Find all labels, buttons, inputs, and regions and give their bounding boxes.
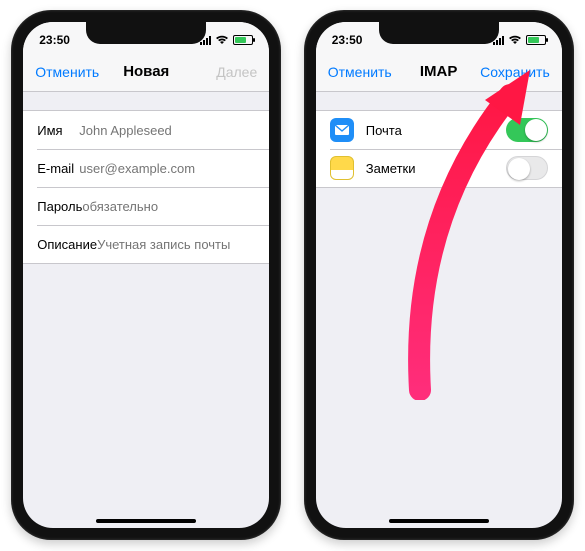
status-time: 23:50 xyxy=(332,33,363,47)
notch xyxy=(379,22,499,44)
mail-icon xyxy=(330,118,354,142)
form-content: Имя E-mail Пароль Описание xyxy=(23,92,269,264)
home-indicator[interactable] xyxy=(389,519,489,523)
nav-title: Новая xyxy=(105,63,188,80)
screen: 23:50 Отменить Новая Далее Имя E-mail xyxy=(23,22,269,528)
name-label: Имя xyxy=(37,123,79,138)
email-field[interactable] xyxy=(79,161,255,176)
nav-bar: Отменить Новая Далее xyxy=(23,52,269,92)
next-button[interactable]: Далее xyxy=(188,64,257,80)
wifi-icon xyxy=(215,35,229,45)
account-form-group: Имя E-mail Пароль Описание xyxy=(23,110,269,264)
nav-title: IMAP xyxy=(397,63,480,80)
description-label: Описание xyxy=(37,237,97,252)
name-field[interactable] xyxy=(79,123,255,138)
notes-label: Заметки xyxy=(366,161,506,176)
services-group: Почта Заметки xyxy=(316,110,562,188)
wifi-icon xyxy=(508,35,522,45)
home-indicator[interactable] xyxy=(96,519,196,523)
password-row: Пароль xyxy=(23,187,269,225)
name-row: Имя xyxy=(23,111,269,149)
password-field[interactable] xyxy=(82,199,258,214)
email-label: E-mail xyxy=(37,161,79,176)
nav-bar: Отменить IMAP Сохранить xyxy=(316,52,562,92)
notes-row: Заметки xyxy=(316,149,562,187)
mail-row: Почта xyxy=(316,111,562,149)
battery-icon xyxy=(233,35,253,45)
screen: 23:50 Отменить IMAP Сохранить Почта xyxy=(316,22,562,528)
notch xyxy=(86,22,206,44)
device-mockup-right: 23:50 Отменить IMAP Сохранить Почта xyxy=(304,10,574,540)
cancel-button[interactable]: Отменить xyxy=(35,64,104,80)
save-button[interactable]: Сохранить xyxy=(480,64,550,80)
device-mockup-left: 23:50 Отменить Новая Далее Имя E-mail xyxy=(11,10,281,540)
mail-toggle[interactable] xyxy=(506,118,548,142)
status-indicators xyxy=(200,35,253,45)
services-content: Почта Заметки xyxy=(316,92,562,188)
mail-label: Почта xyxy=(366,123,506,138)
cancel-button[interactable]: Отменить xyxy=(328,64,397,80)
email-row: E-mail xyxy=(23,149,269,187)
status-indicators xyxy=(493,35,546,45)
notes-icon xyxy=(330,156,354,180)
notes-toggle[interactable] xyxy=(506,156,548,180)
password-label: Пароль xyxy=(37,199,82,214)
battery-icon xyxy=(526,35,546,45)
status-time: 23:50 xyxy=(39,33,70,47)
description-field[interactable] xyxy=(97,237,269,252)
description-row: Описание xyxy=(23,225,269,263)
